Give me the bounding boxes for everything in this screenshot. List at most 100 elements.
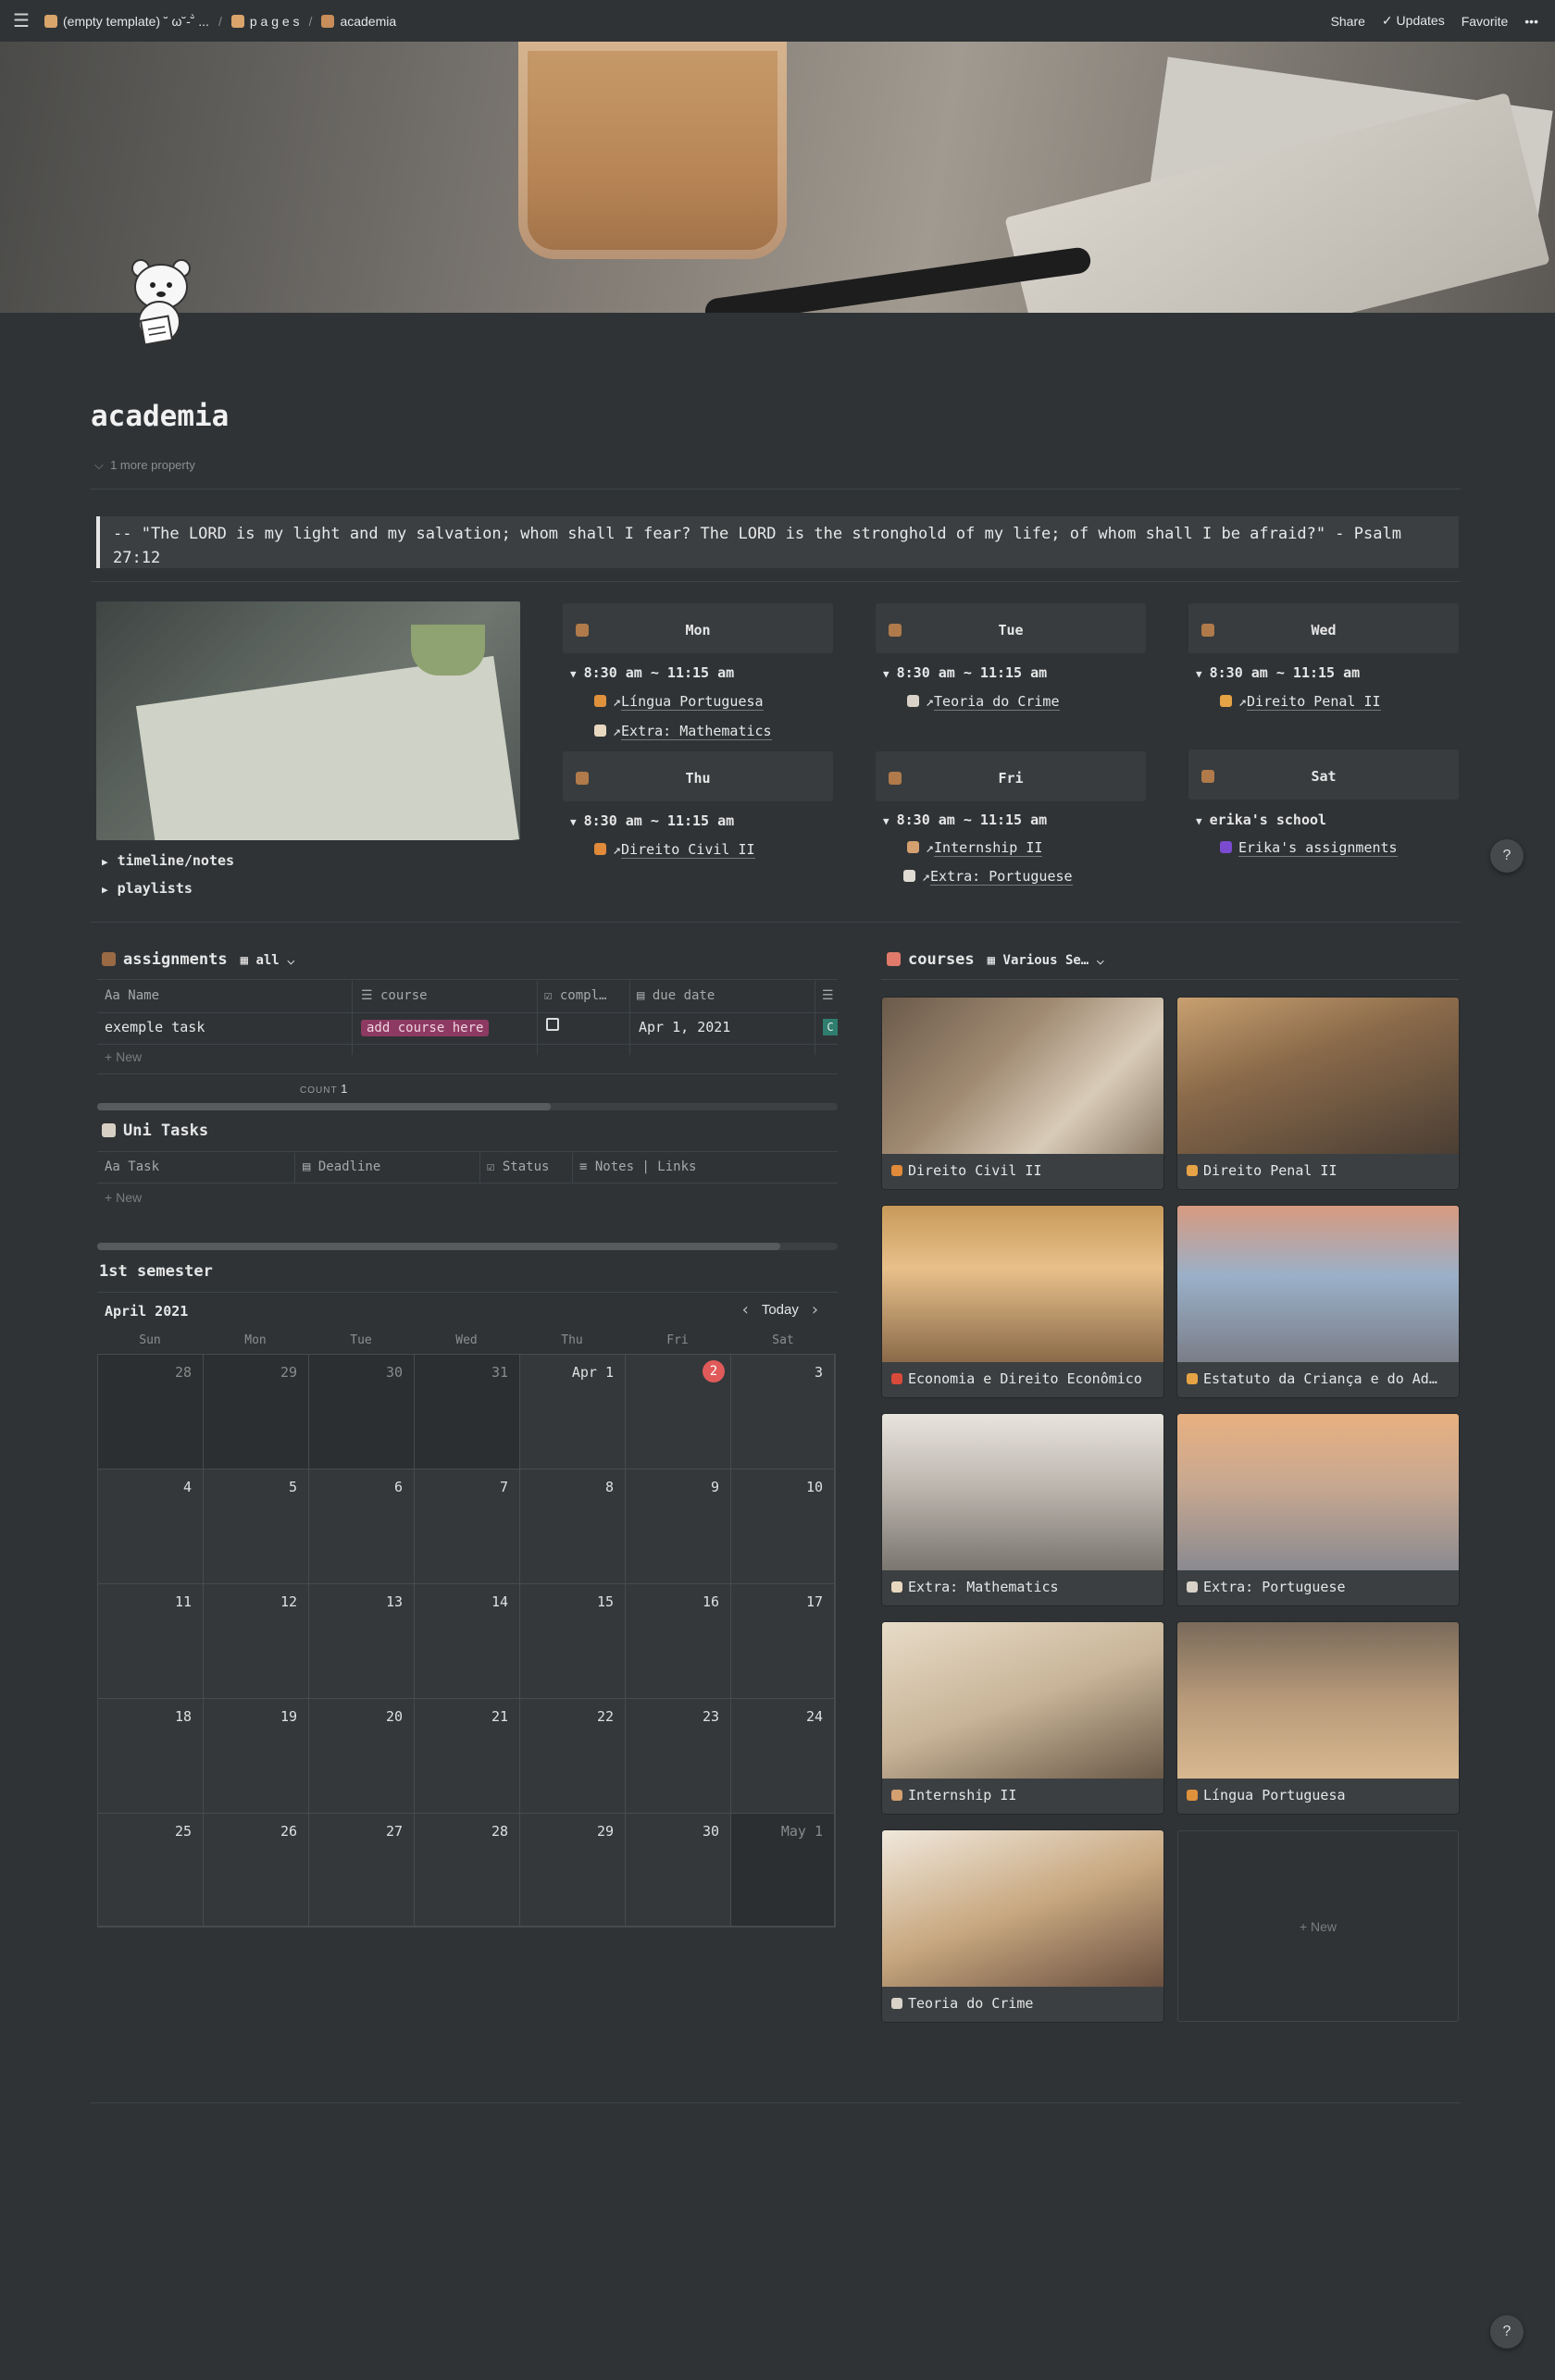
calendar-day-cell[interactable]: 21 [415, 1699, 520, 1814]
new-row-button[interactable]: + New [105, 1190, 142, 1205]
column-deadline[interactable]: ▤ Deadline [303, 1159, 380, 1174]
quote-callout[interactable]: -- "The LORD is my light and my salvatio… [96, 516, 1459, 568]
calendar-day-cell[interactable]: 6 [309, 1469, 415, 1584]
task-name-cell[interactable]: exemple task [105, 1019, 205, 1035]
calendar-day-cell[interactable]: 29 [204, 1355, 309, 1469]
horizontal-scrollbar[interactable] [97, 1243, 838, 1250]
column-notes-links[interactable]: ≡ Notes | Links [579, 1159, 696, 1174]
calendar-day-cell[interactable]: 23 [626, 1699, 731, 1814]
calendar-day-cell[interactable]: 26 [204, 1814, 309, 1927]
calendar-day-cell[interactable]: 5 [204, 1469, 309, 1584]
chevron-right-icon[interactable]: › [810, 1300, 820, 1320]
calendar-day-cell[interactable]: 7 [415, 1469, 520, 1584]
course-link[interactable]: ↗Língua Portuguesa [594, 693, 764, 711]
calendar-day-cell[interactable]: 14 [415, 1584, 520, 1699]
view-selector[interactable]: ▦ Various Se… ⌵ [988, 953, 1104, 968]
assignment-link[interactable]: Erika's assignments [1220, 839, 1398, 857]
time-slot-fri[interactable]: ▼ 8:30 am ~ 11:15 am [883, 812, 1047, 828]
course-card[interactable]: Teoria do Crime [882, 1830, 1163, 2022]
column-options-icon[interactable]: ☰ [822, 988, 834, 1003]
calendar-day-cell[interactable]: 22 [520, 1699, 626, 1814]
calendar-day-cell[interactable]: 16 [626, 1584, 731, 1699]
calendar-day-cell[interactable]: 20 [309, 1699, 415, 1814]
horizontal-scrollbar[interactable] [97, 1103, 838, 1110]
toggle-timeline-notes[interactable]: ▶ timeline/notes [102, 852, 234, 869]
calendar-day-cell[interactable]: 30 [309, 1355, 415, 1469]
new-course-card[interactable]: + New [1177, 1830, 1459, 2022]
course-link[interactable]: ↗Extra: Mathematics [594, 723, 772, 740]
course-cell[interactable]: add course here [361, 1019, 490, 1036]
calendar-day-cell[interactable]: 3 [731, 1355, 835, 1469]
count-label[interactable]: COUNT 1 [300, 1082, 348, 1096]
day-header-fri[interactable]: Fri [876, 751, 1146, 801]
calendar-day-cell[interactable]: 8 [520, 1469, 626, 1584]
favorite-button[interactable]: Favorite [1462, 14, 1509, 29]
calendar-db-title[interactable]: 1st semester [99, 1262, 213, 1281]
time-slot-wed[interactable]: ▼ 8:30 am ~ 11:15 am [1196, 664, 1360, 681]
calendar-day-cell[interactable]: 19 [204, 1699, 309, 1814]
course-card[interactable]: Língua Portuguesa [1177, 1622, 1459, 1814]
calendar-day-cell[interactable]: 11 [98, 1584, 204, 1699]
day-header-thu[interactable]: Thu [563, 751, 833, 801]
bear-page-icon[interactable] [126, 255, 198, 348]
scrollbar-thumb[interactable] [97, 1243, 780, 1250]
column-course[interactable]: ☰ course [361, 988, 428, 1003]
uni-tasks-db-title[interactable]: Uni Tasks [102, 1122, 208, 1140]
day-header-tue[interactable]: Tue [876, 603, 1146, 653]
new-row-button[interactable]: + New [105, 1049, 142, 1064]
calendar-day-cell[interactable]: 17 [731, 1584, 835, 1699]
breadcrumb-item-pages[interactable]: p a g e s [230, 14, 300, 29]
calendar-day-cell[interactable]: 28 [98, 1355, 204, 1469]
course-link[interactable]: ↗Direito Civil II [594, 841, 755, 859]
course-link[interactable]: ↗Extra: Portuguese [903, 868, 1073, 886]
column-status[interactable]: ☑ Status [487, 1159, 549, 1174]
calendar-day-cell[interactable]: 13 [309, 1584, 415, 1699]
course-card[interactable]: Extra: Portuguese [1177, 1414, 1459, 1605]
more-property-toggle[interactable]: ⌵ 1 more property [94, 458, 195, 473]
calendar-day-cell[interactable]: 4 [98, 1469, 204, 1584]
menu-icon[interactable]: ☰ [13, 9, 31, 32]
calendar-day-cell[interactable]: 27 [309, 1814, 415, 1927]
complete-checkbox[interactable] [546, 1018, 559, 1031]
course-card[interactable]: Direito Penal II [1177, 998, 1459, 1189]
help-button[interactable]: ? [1490, 2315, 1524, 2349]
scrollbar-thumb[interactable] [97, 1103, 551, 1110]
toggle-playlists[interactable]: ▶ playlists [102, 880, 193, 897]
today-button[interactable]: Today [762, 1302, 799, 1318]
breadcrumb-item-template[interactable]: (empty template) ˘ ω˘-˘̀ ... [44, 14, 209, 29]
assignments-db-title[interactable]: assignments ▦ all ⌵ [102, 950, 295, 969]
courses-db-title[interactable]: courses ▦ Various Se… ⌵ [887, 950, 1104, 969]
column-task[interactable]: Aa Task [105, 1159, 159, 1174]
calendar-day-cell[interactable]: 25 [98, 1814, 204, 1927]
course-card[interactable]: Extra: Mathematics [882, 1414, 1163, 1605]
calendar-day-cell[interactable]: 30 [626, 1814, 731, 1927]
more-options-button[interactable]: ••• [1524, 14, 1538, 29]
calendar-day-cell[interactable]: 28 [415, 1814, 520, 1927]
course-link[interactable]: ↗Direito Penal II [1220, 693, 1381, 711]
calendar-day-cell[interactable]: 12 [204, 1584, 309, 1699]
calendar-day-cell[interactable]: 9 [626, 1469, 731, 1584]
course-card[interactable]: Internship II [882, 1622, 1163, 1814]
calendar-day-cell[interactable]: 18 [98, 1699, 204, 1814]
calendar-day-cell[interactable]: 29 [520, 1814, 626, 1927]
updates-button[interactable]: ✓ Updates [1382, 13, 1445, 29]
view-selector[interactable]: ▦ all ⌵ [241, 953, 295, 968]
calendar-day-cell[interactable]: 10 [731, 1469, 835, 1584]
calendar-day-cell[interactable]: 31 [415, 1355, 520, 1469]
due-date-cell[interactable]: Apr 1, 2021 [639, 1019, 730, 1035]
course-link[interactable]: ↗Teoria do Crime [907, 693, 1060, 711]
chevron-left-icon[interactable]: ‹ [740, 1300, 751, 1320]
time-slot-mon[interactable]: ▼ 8:30 am ~ 11:15 am [570, 664, 734, 681]
page-title[interactable]: academia [91, 400, 229, 433]
course-card[interactable]: Estatuto da Criança e do Ad… [1177, 1206, 1459, 1397]
calendar-day-cell[interactable]: May 1 [731, 1814, 835, 1927]
column-name[interactable]: Aa Name [105, 988, 159, 1003]
calendar-day-cell[interactable]: Apr 1 [520, 1355, 626, 1469]
time-slot-thu[interactable]: ▼ 8:30 am ~ 11:15 am [570, 812, 734, 829]
calendar-day-cell[interactable]: 15 [520, 1584, 626, 1699]
extra-cell[interactable]: C [823, 1019, 838, 1035]
help-button[interactable]: ? [1490, 839, 1524, 873]
calendar-day-cell[interactable]: 2 [626, 1355, 731, 1469]
course-card[interactable]: Economia e Direito Econômico [882, 1206, 1163, 1397]
calendar-day-cell[interactable]: 24 [731, 1699, 835, 1814]
